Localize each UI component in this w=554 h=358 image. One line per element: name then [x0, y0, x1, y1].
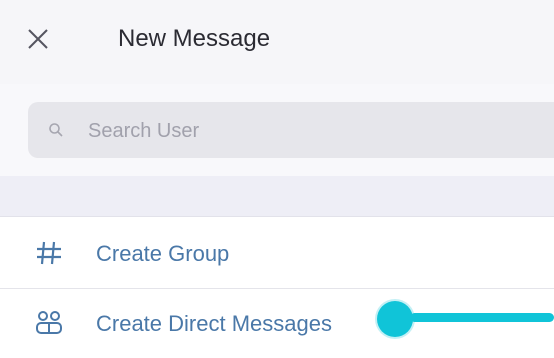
create-direct-messages-label: Create Direct Messages: [96, 311, 332, 336]
page-title: New Message: [118, 25, 271, 52]
create-group-option[interactable]: Create Group: [0, 220, 554, 289]
create-direct-messages-option[interactable]: Create Direct Messages: [0, 290, 554, 358]
close-icon[interactable]: [24, 25, 54, 55]
header-bar: New Message: [0, 0, 554, 85]
cursor-trail: [410, 313, 554, 322]
section-divider: [0, 176, 554, 217]
create-group-label: Create Group: [96, 241, 230, 266]
search-input[interactable]: [86, 112, 540, 150]
cursor-indicator: [377, 301, 413, 337]
users-icon: [34, 308, 64, 338]
hash-icon: [34, 238, 64, 268]
search-icon: [48, 122, 64, 138]
